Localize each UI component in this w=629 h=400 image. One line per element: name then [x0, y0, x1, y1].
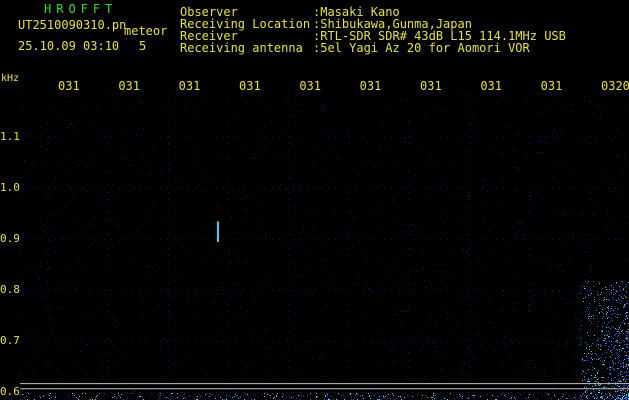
spectrogram-plot	[20, 94, 629, 400]
y-axis-label: kHz	[1, 73, 20, 84]
y-tick-label: 0.8	[0, 283, 20, 297]
x-tick-label: 031	[178, 79, 201, 93]
grid	[20, 94, 629, 400]
app-title: HROFFT	[44, 2, 118, 16]
x-tick-label: 031	[359, 79, 382, 93]
x-tick-label: 031	[58, 79, 80, 93]
image-filename: UT2510090310.pn	[18, 18, 127, 32]
x-tick-label: 031	[239, 79, 261, 93]
y-tick-label: 1.0	[0, 181, 20, 195]
x-tick-label: 031	[420, 79, 442, 93]
y-tick-label: 1.1	[0, 130, 20, 144]
x-tick-label: 031	[480, 79, 503, 93]
antenna-label: Receiving antenna	[180, 41, 303, 55]
capture-datetime: 25.10.09 03:10	[18, 39, 120, 53]
x-tick-label: 031	[118, 79, 141, 93]
y-tick-label: 0.9	[0, 232, 20, 246]
meteor-count: 5	[139, 39, 147, 53]
antenna-value: :5el Yagi Az 20 for Aomori VOR	[313, 41, 530, 55]
x-tick-label: 031	[299, 79, 322, 93]
x-tick-label: 031	[540, 79, 563, 93]
meteor-label: meteor	[124, 24, 168, 38]
y-tick-label: 0.6	[0, 385, 20, 399]
x-tick-label: 0320	[601, 79, 629, 93]
y-tick-label: 0.7	[0, 334, 20, 348]
noise-speckle	[20, 94, 629, 400]
